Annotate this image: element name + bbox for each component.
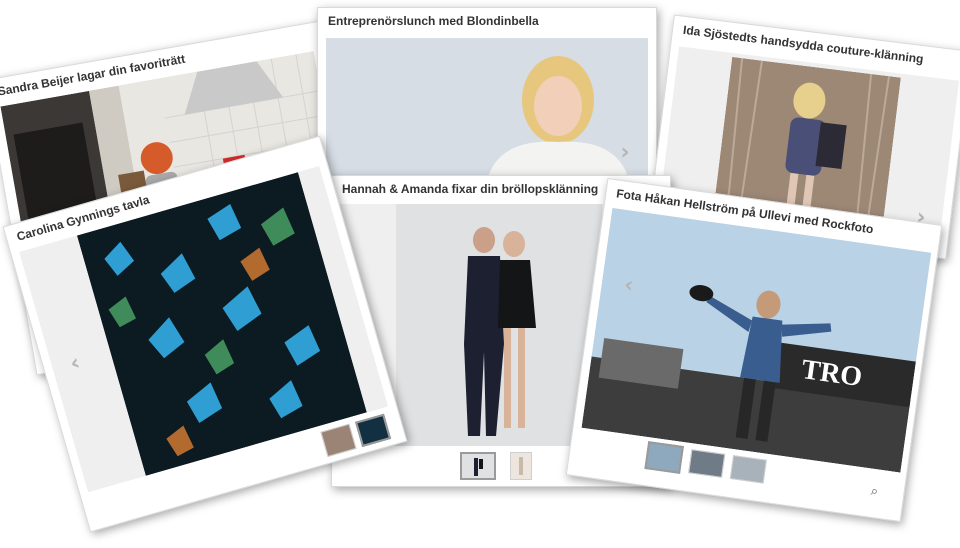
card-title: Entreprenörslunch med Blondinbella [328,14,539,28]
duo-photo [396,204,602,446]
chevron-right-icon[interactable]: › [614,142,636,164]
gallery-thumbnail[interactable] [320,423,357,457]
gallery-thumbnail[interactable] [510,452,532,480]
gallery-thumbnail-active[interactable] [460,452,496,480]
magnifier-icon[interactable]: ⌕ [866,484,882,500]
card-hakan-hellstrom[interactable]: Fota Håkan Hellström på Ullevi med Rockf… [565,177,943,523]
photo-area [326,38,648,184]
card-title: Hannah & Amanda fixar din bröllopsklänni… [342,182,599,196]
gallery-thumbnail[interactable] [688,449,726,478]
card-blondinbella[interactable]: Entreprenörslunch med Blondinbella › [317,7,657,187]
concert-photo [581,207,932,473]
photo-area: TRO [581,207,932,473]
portrait-photo [326,38,648,184]
gallery-thumbnail[interactable] [729,455,767,484]
chevron-left-icon[interactable]: ‹ [616,272,641,298]
gallery-thumbnail-active[interactable] [355,413,392,448]
gallery-thumbnail-active[interactable] [644,441,684,474]
